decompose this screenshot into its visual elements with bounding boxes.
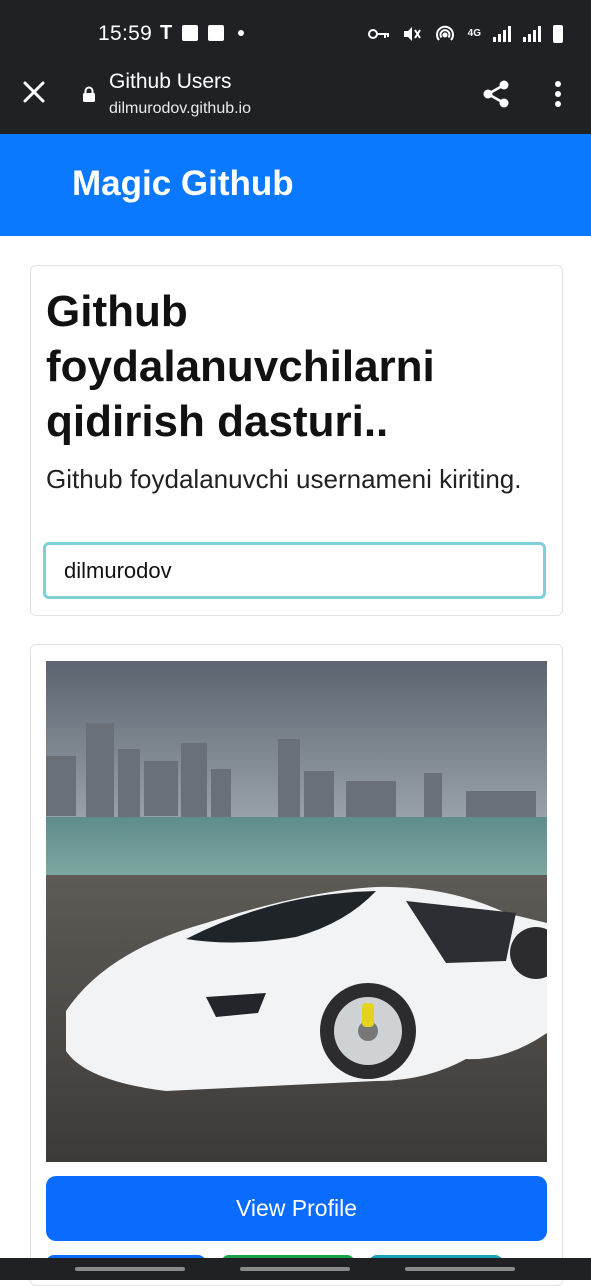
signal-1-icon <box>493 26 511 42</box>
image-notification-icon <box>182 25 199 41</box>
network-type-label: 4G <box>467 28 481 39</box>
system-nav-bar <box>0 1258 591 1280</box>
nav-handle-center[interactable] <box>240 1267 350 1271</box>
custom-tab-bar: Github Users dilmurodov.github.io <box>0 56 591 134</box>
status-time: 15:59 <box>98 22 153 45</box>
view-profile-button[interactable]: View Profile <box>46 1176 547 1241</box>
notification-t-icon: T <box>160 22 173 44</box>
search-card: Github foydalanuvchilarni qidirish dastu… <box>30 265 563 616</box>
lock-icon <box>83 86 95 102</box>
user-card: View Profile <box>30 644 563 1286</box>
more-notifications-icon <box>238 30 245 36</box>
page-url[interactable]: dilmurodov.github.io <box>109 100 251 118</box>
signal-2-icon <box>523 26 541 42</box>
share-icon[interactable] <box>480 78 512 110</box>
nav-handle-left[interactable] <box>75 1267 185 1271</box>
user-avatar <box>46 661 547 1162</box>
search-heading: Github foydalanuvchilarni qidirish dastu… <box>46 287 435 446</box>
more-vertical-icon[interactable] <box>548 78 568 110</box>
battery-icon <box>553 25 563 43</box>
vpn-key-icon <box>367 29 389 39</box>
avatar-image <box>46 661 547 1162</box>
hotspot-icon <box>435 25 454 41</box>
username-search-input[interactable] <box>43 542 546 599</box>
brand-title[interactable]: Magic Github <box>72 164 294 204</box>
page-title: Github Users <box>109 70 232 93</box>
browser-chrome: 15:59 T 4G Github Users dilmurodov.githu… <box>0 0 591 134</box>
camera-notification-icon <box>208 25 225 41</box>
close-icon[interactable] <box>20 78 48 106</box>
app-navbar: Magic Github <box>0 134 591 236</box>
mute-vibrate-icon <box>403 27 421 41</box>
status-bar: 15:59 T 4G <box>0 14 591 54</box>
nav-handle-right[interactable] <box>405 1267 515 1271</box>
search-lead: Github foydalanuvchi usernameni kiriting… <box>46 464 522 494</box>
